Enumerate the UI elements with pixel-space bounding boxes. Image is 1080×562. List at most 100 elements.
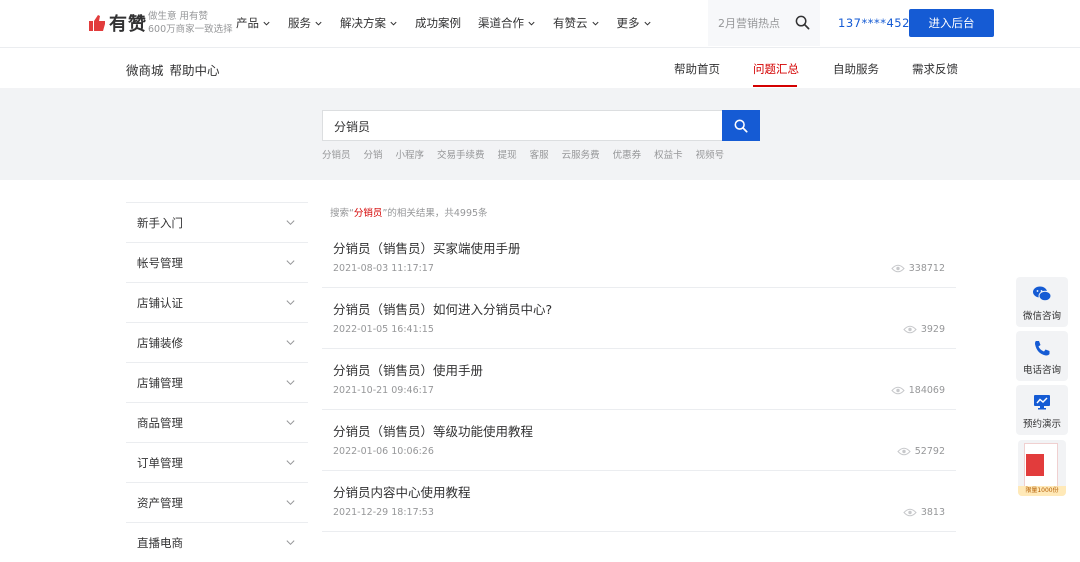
eye-icon — [897, 447, 911, 456]
chevron-down-icon — [286, 300, 295, 306]
search-results-list: 分销员（销售员）买家端使用手册 2021-08-03 11:17:17 3387… — [322, 227, 956, 532]
nav-item-products[interactable]: 产品 — [236, 15, 271, 31]
active-tab-indicator — [753, 85, 797, 87]
chevron-down-icon — [286, 220, 295, 226]
category-sidebar: 新手入门 帐号管理 店铺认证 店铺装修 店铺管理 商品管理 订单管理 资产管理 … — [126, 202, 308, 562]
search-section: 分销员 分销员 分销 小程序 交易手续费 提现 客服 云服务费 优惠券 权益卡 … — [0, 88, 1080, 180]
nav-search-box[interactable]: 2月营销热点 — [708, 0, 820, 46]
nav-item-more[interactable]: 更多 — [617, 15, 652, 31]
result-date: 2021-08-03 11:17:17 — [333, 263, 434, 274]
result-views: 184069 — [891, 385, 945, 396]
nav-search-text: 2月营销热点 — [718, 17, 780, 30]
phone-icon — [1035, 341, 1050, 356]
thumbs-up-logo-icon — [89, 15, 105, 31]
nav-item-label: 解决方案 — [340, 16, 386, 30]
tab-self-service[interactable]: 自助服务 — [833, 61, 879, 77]
chevron-down-icon — [390, 21, 397, 26]
hot-keyword[interactable]: 客服 — [530, 147, 549, 161]
result-title[interactable]: 分销员（销售员）买家端使用手册 — [333, 238, 521, 257]
sidebar-item-label: 店铺装修 — [137, 335, 183, 350]
sidebar-item-assets[interactable]: 资产管理 — [126, 482, 308, 522]
result-title[interactable]: 分销员（销售员）等级功能使用教程 — [333, 421, 533, 440]
sidebar-item-store-manage[interactable]: 店铺管理 — [126, 362, 308, 402]
nav-item-channel[interactable]: 渠道合作 — [478, 15, 536, 31]
phone-consult-button[interactable]: 电话咨询 — [1016, 331, 1068, 381]
chevron-down-icon — [286, 500, 295, 506]
nav-item-cases[interactable]: 成功案例 — [415, 15, 461, 31]
sidebar-item-account[interactable]: 帐号管理 — [126, 242, 308, 282]
nav-item-label: 成功案例 — [415, 16, 461, 30]
sidebar-item-label: 帐号管理 — [137, 255, 183, 270]
book-demo-button[interactable]: 预约演示 — [1016, 385, 1068, 435]
nav-item-label: 更多 — [616, 16, 640, 30]
eye-icon — [903, 325, 917, 334]
result-date: 2022-01-06 10:06:26 — [333, 446, 434, 457]
youzan-logo[interactable]: 有赞 — [88, 10, 147, 36]
hot-keyword[interactable]: 视频号 — [696, 147, 725, 161]
sidebar-item-getting-started[interactable]: 新手入门 — [126, 202, 308, 242]
help-center-header: 微商城 帮助中心 帮助首页 问题汇总 自助服务 需求反馈 — [0, 48, 1080, 88]
tab-feedback[interactable]: 需求反馈 — [912, 61, 958, 77]
chevron-down-icon — [643, 21, 651, 26]
hot-keyword[interactable]: 交易手续费 — [437, 147, 485, 161]
sidebar-item-products[interactable]: 商品管理 — [126, 402, 308, 442]
hot-keyword[interactable]: 小程序 — [396, 147, 425, 161]
main-menu: 产品 服务 解决方案 成功案例 渠道合作 有赞云 更多 — [236, 0, 652, 46]
nav-item-cloud[interactable]: 有赞云 — [553, 15, 600, 31]
view-count: 52792 — [914, 446, 945, 457]
sidebar-item-store-verify[interactable]: 店铺认证 — [126, 282, 308, 322]
hot-keywords: 分销员 分销 小程序 交易手续费 提现 客服 云服务费 优惠券 权益卡 视频号 — [322, 147, 737, 161]
wechat-consult-button[interactable]: 微信咨询 — [1016, 277, 1068, 327]
result-item[interactable]: 分销员（销售员）买家端使用手册 2021-08-03 11:17:17 3387… — [322, 227, 956, 288]
nav-item-label: 有赞云 — [553, 16, 588, 30]
sidebar-item-label: 订单管理 — [137, 455, 183, 470]
chevron-down-icon — [528, 21, 535, 26]
search-input[interactable]: 分销员 — [322, 110, 722, 141]
chevron-down-icon — [591, 21, 599, 26]
sidebar-item-store-design[interactable]: 店铺装修 — [126, 322, 308, 362]
hot-keyword[interactable]: 权益卡 — [654, 147, 683, 161]
result-item[interactable]: 分销员（销售员）使用手册 2021-10-21 09:46:17 184069 — [322, 349, 956, 410]
promo-gift-card[interactable]: 限量1000份 — [1018, 440, 1066, 496]
search-icon[interactable] — [795, 15, 810, 30]
search-button[interactable] — [722, 110, 760, 141]
wechat-consult-label: 微信咨询 — [1022, 311, 1061, 322]
account-phone[interactable]: 137****4525 — [838, 16, 918, 30]
chevron-down-icon — [286, 340, 295, 346]
book-demo-label: 预约演示 — [1022, 419, 1061, 430]
chevron-down-icon — [263, 21, 270, 26]
hot-keyword[interactable]: 优惠券 — [613, 147, 642, 161]
tab-help-home[interactable]: 帮助首页 — [674, 61, 720, 77]
hot-keyword[interactable]: 云服务费 — [562, 147, 600, 161]
result-title[interactable]: 分销员（销售员）使用手册 — [333, 360, 483, 379]
hot-keyword[interactable]: 分销员 — [322, 147, 351, 161]
result-views: 3929 — [903, 324, 945, 335]
result-item[interactable]: 分销员内容中心使用教程 2021-12-29 18:17:53 3813 — [322, 471, 956, 532]
search-icon — [734, 119, 748, 133]
enter-backend-button[interactable]: 进入后台 — [909, 9, 994, 37]
slogan-line-2: 600万商家一致选择 — [148, 24, 233, 35]
sidebar-item-label: 店铺认证 — [137, 295, 183, 310]
search-input-value: 分销员 — [334, 120, 371, 134]
tab-faq[interactable]: 问题汇总 — [753, 61, 799, 77]
sidebar-item-orders[interactable]: 订单管理 — [126, 442, 308, 482]
promo-red-graphic — [1026, 454, 1044, 476]
nav-item-solutions[interactable]: 解决方案 — [340, 15, 398, 31]
result-item[interactable]: 分销员（销售员）如何进入分销员中心? 2022-01-05 16:41:15 3… — [322, 288, 956, 349]
result-date: 2021-10-21 09:46:17 — [333, 385, 434, 396]
sidebar-item-label: 商品管理 — [137, 415, 183, 430]
hot-keyword[interactable]: 提现 — [498, 147, 517, 161]
result-title[interactable]: 分销员内容中心使用教程 — [333, 482, 471, 501]
eye-icon — [891, 386, 905, 395]
wechat-icon — [1033, 286, 1052, 302]
result-title[interactable]: 分销员（销售员）如何进入分销员中心? — [333, 299, 552, 318]
sidebar-item-live[interactable]: 直播电商 — [126, 522, 308, 562]
result-item[interactable]: 分销员（销售员）等级功能使用教程 2022-01-06 10:06:26 527… — [322, 410, 956, 471]
top-navigation-bar: 有赞 做生意 用有赞 600万商家一致选择 产品 服务 解决方案 成功案例 渠道… — [0, 0, 1080, 48]
view-count: 338712 — [908, 263, 945, 274]
slogan: 做生意 用有赞 600万商家一致选择 — [148, 10, 233, 36]
summary-suffix: ”的相关结果，共4995条 — [382, 208, 488, 219]
nav-item-services[interactable]: 服务 — [288, 15, 323, 31]
hot-keyword[interactable]: 分销 — [364, 147, 383, 161]
eye-icon — [891, 264, 905, 273]
